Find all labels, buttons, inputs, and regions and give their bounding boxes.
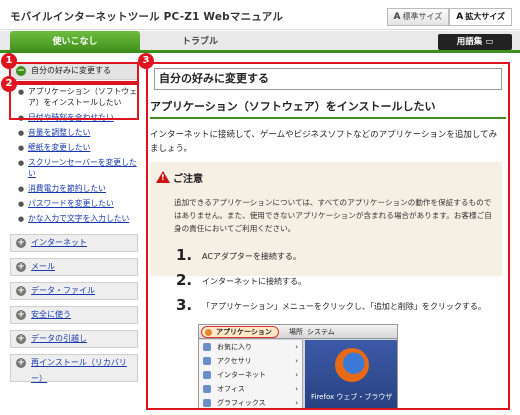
- arrow-right-icon: ›: [295, 385, 298, 393]
- text-size-large-icon: A: [456, 12, 464, 22]
- sidebar-item-label: かな入力で文字を入力したい: [28, 214, 130, 223]
- bullet-icon: ●: [18, 185, 25, 193]
- bullet-icon: ●: [18, 144, 25, 152]
- sidebar-item-label: パスワードを変更したい: [28, 199, 114, 208]
- arrow-right-icon: ›: [295, 399, 298, 407]
- menu-item-label: オフィス: [217, 385, 245, 393]
- book-icon: ▭: [485, 37, 494, 47]
- sidebar-category-label: インターネット: [31, 238, 87, 247]
- sidebar-item-kana-input[interactable]: ● かな入力で文字を入力したい: [10, 213, 138, 224]
- site-header: モバイルインターネットツール PC-Z1 Webマニュアル A 標準サイズ A 拡大…: [0, 0, 520, 30]
- screenshot-app-menu: お気に入り › アクセサリ › インターネット › オフィス › グラフィックス ›: [199, 340, 303, 408]
- sidebar-item-password[interactable]: ● パスワードを変更したい: [10, 198, 138, 209]
- page-header-title: モバイルインターネットツール PC-Z1 Webマニュアル: [10, 11, 284, 23]
- sidebar-category-internet[interactable]: + インターネット: [10, 234, 138, 252]
- menu-item-label: グラフィックス: [217, 399, 266, 407]
- sidebar-item-label: スクリーンセーバーを変更したい: [28, 158, 137, 178]
- sidebar-category-label: データの引越し: [31, 334, 87, 343]
- main-content: 自分の好みに変更する アプリケーション（ソフトウェア）をインストールしたい イン…: [146, 62, 510, 410]
- sidebar-item-wallpaper[interactable]: ● 壁紙を変更したい: [10, 142, 138, 153]
- plus-icon: +: [16, 262, 26, 272]
- places-menu: 場所: [289, 328, 303, 336]
- system-menu: システム: [307, 328, 335, 336]
- warning-icon: !: [156, 171, 170, 183]
- step-number: 1.: [176, 246, 193, 264]
- page-title: アプリケーション（ソフトウェア）をインストールしたい: [150, 98, 506, 119]
- plus-icon: +: [16, 310, 26, 320]
- firefox-label: Firefox ウェブ・ブラウザ: [311, 393, 393, 401]
- intro-text: インターネットに接続して、ゲームやビジネスソフトなどのアプリケーションを追加して…: [150, 130, 498, 154]
- step-2: 2. インターネットに接続する。: [176, 271, 306, 289]
- screenshot-desktop: Firefox ウェブ・ブラウザ: [305, 340, 397, 408]
- bullet-icon: ●: [18, 129, 25, 137]
- bullet-icon: ●: [18, 200, 25, 208]
- highlight-box-2: [9, 83, 139, 120]
- sidebar-category-data-file[interactable]: + データ・ファイル: [10, 282, 138, 300]
- step-3: 3. 「アプリケーション」メニューをクリックし、「追加と削除」をクリックする。: [176, 296, 486, 314]
- plus-icon: +: [16, 358, 26, 368]
- caution-body: 追加できるアプリケーションについては、すべてのアプリケーションの動作を保証するも…: [174, 198, 492, 233]
- size-large-label: 拡大サイズ: [465, 12, 505, 21]
- arrow-right-icon: ›: [295, 357, 298, 365]
- bullet-icon: ●: [18, 159, 25, 167]
- text-size-switcher: A 標準サイズ A 拡大サイズ: [386, 8, 512, 26]
- sidebar-item-screensaver[interactable]: ● スクリーンセーバーを変更したい: [10, 157, 138, 179]
- bullet-icon: ●: [18, 215, 25, 223]
- caution-title: ご注意: [173, 174, 203, 185]
- plus-icon: +: [16, 238, 26, 248]
- menu-item-accessories: アクセサリ ›: [199, 354, 302, 368]
- highlight-box-1: [9, 62, 139, 83]
- screenshot-menubar: アプリケーション 場所 システム: [199, 325, 397, 339]
- step-number: 3.: [176, 296, 193, 314]
- firefox-icon: [335, 348, 369, 382]
- step-text: 「アプリケーション」メニューをクリックし、「追加と削除」をクリックする。: [202, 302, 486, 311]
- sidebar-item-power[interactable]: ● 消費電力を節約したい: [10, 183, 138, 194]
- callout-badge-1: 1: [1, 53, 17, 69]
- step-text: ACアダプターを接続する。: [202, 252, 301, 261]
- tab-bar: 使いこなし トラブル 用語集 ▭: [0, 31, 520, 53]
- size-large-button[interactable]: A 拡大サイズ: [449, 8, 512, 26]
- menu-item-office: オフィス ›: [199, 382, 302, 396]
- size-standard-button[interactable]: A 標準サイズ: [386, 8, 450, 26]
- applications-menu: アプリケーション: [201, 326, 279, 338]
- size-standard-label: 標準サイズ: [402, 12, 443, 21]
- sidebar-category-label: 再インストール（リカバリー）: [31, 358, 127, 383]
- tab-tsukaikonashi[interactable]: 使いこなし: [10, 31, 140, 53]
- sidebar-category-label: メール: [31, 262, 55, 271]
- sidebar-item-label: 壁紙を変更したい: [28, 143, 91, 152]
- step-number: 2.: [176, 271, 193, 289]
- caution-heading: ! ご注意: [156, 170, 203, 185]
- text-size-small-icon: A: [393, 12, 401, 22]
- sidebar-category-mail[interactable]: + メール: [10, 258, 138, 276]
- sidebar-item-volume[interactable]: ● 音量を調整したい: [10, 127, 138, 138]
- menu-item-favorites: お気に入り ›: [199, 340, 302, 354]
- glossary-button[interactable]: 用語集 ▭: [438, 34, 512, 50]
- sidebar-category-security[interactable]: + 安全に使う: [10, 306, 138, 324]
- menu-item-label: インターネット: [217, 371, 266, 379]
- arrow-right-icon: ›: [295, 371, 298, 379]
- menu-item-label: お気に入り: [217, 343, 252, 351]
- menu-item-internet: インターネット ›: [199, 368, 302, 382]
- step-text: インターネットに接続する。: [202, 277, 306, 286]
- embedded-screenshot: アプリケーション 場所 システム お気に入り › アクセサリ › インターネット › …: [198, 324, 398, 408]
- arrow-right-icon: ›: [295, 343, 298, 351]
- sidebar-category-label: 安全に使う: [31, 310, 71, 319]
- main-section-title: 自分の好みに変更する: [154, 68, 502, 90]
- menu-item-graphics: グラフィックス ›: [199, 396, 302, 408]
- plus-icon: +: [16, 286, 26, 296]
- sidebar-category-recovery[interactable]: + 再インストール（リカバリー）: [10, 354, 138, 383]
- tab-trouble[interactable]: トラブル: [140, 31, 260, 53]
- sidebar-item-label: 音量を調整したい: [28, 128, 91, 137]
- sidebar-category-migration[interactable]: + データの引越し: [10, 330, 138, 348]
- sidebar-category-label: データ・ファイル: [31, 286, 95, 295]
- plus-icon: +: [16, 334, 26, 344]
- step-1: 1. ACアダプターを接続する。: [176, 246, 301, 264]
- glossary-label: 用語集: [456, 37, 483, 47]
- menu-item-label: アクセサリ: [217, 357, 252, 365]
- sidebar-item-label: 消費電力を節約したい: [28, 184, 106, 193]
- callout-badge-2: 2: [1, 76, 17, 92]
